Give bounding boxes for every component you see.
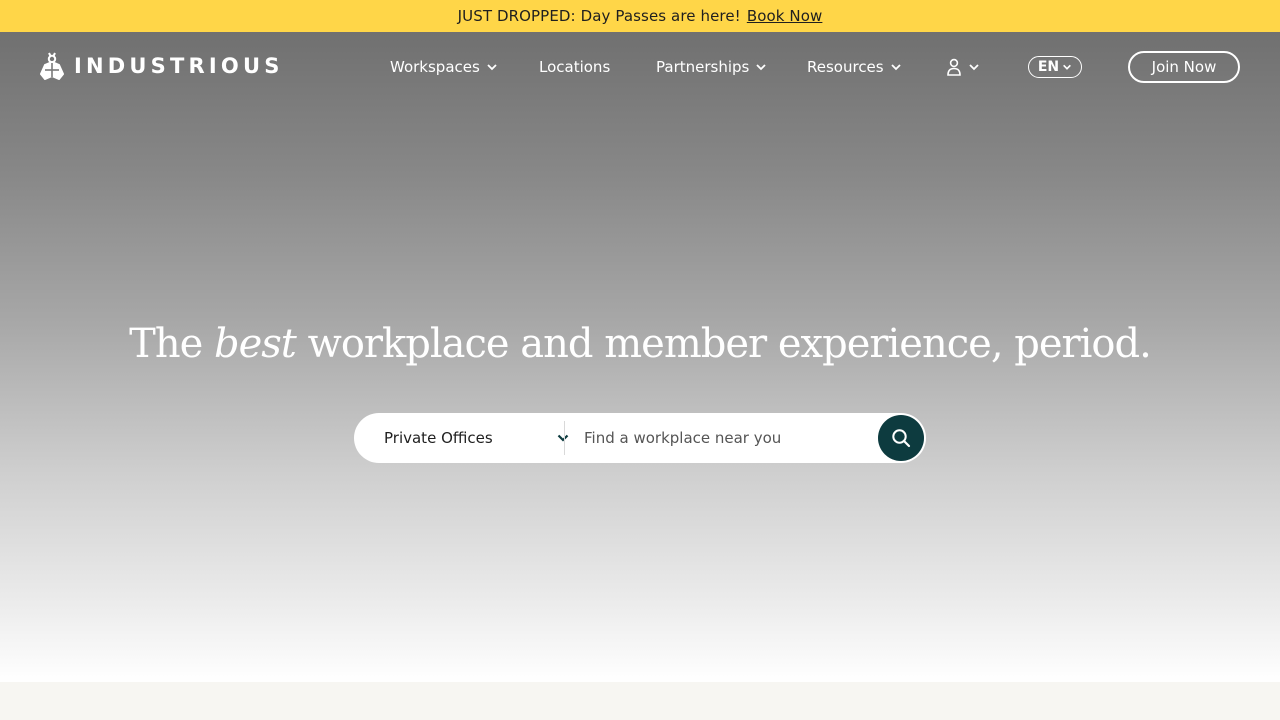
- workspace-type-value: Private Offices: [384, 429, 493, 447]
- chevron-down-icon: [969, 64, 979, 71]
- workspace-type-select[interactable]: Private Offices: [384, 413, 569, 463]
- nav-locations-label: Locations: [539, 58, 611, 76]
- nav-locations[interactable]: Locations: [539, 56, 610, 78]
- main-nav: INDUSTRIOUS Workspaces Locations Partner…: [0, 32, 1280, 102]
- nav-resources-label: Resources: [807, 58, 884, 76]
- logo[interactable]: INDUSTRIOUS: [40, 52, 284, 80]
- workspace-search: Private Offices: [354, 413, 926, 463]
- nav-workspaces[interactable]: Workspaces: [390, 56, 498, 78]
- headline-start: The: [129, 321, 203, 367]
- brand-wordmark: INDUSTRIOUS: [74, 54, 284, 78]
- location-search-input[interactable]: [582, 423, 872, 453]
- join-now-button[interactable]: Join Now: [1128, 51, 1240, 83]
- language-label: EN: [1037, 59, 1060, 75]
- nav-resources[interactable]: Resources: [807, 56, 902, 78]
- bee-icon: [40, 52, 64, 80]
- announcement-bar: JUST DROPPED: Day Passes are here! Book …: [0, 0, 1280, 32]
- chevron-down-icon: [557, 434, 569, 442]
- hero-headline: The best workplace and member experience…: [0, 316, 1280, 372]
- announcement-text: JUST DROPPED: Day Passes are here!: [457, 7, 741, 25]
- nav-partnerships[interactable]: Partnerships: [656, 56, 767, 78]
- user-icon: [947, 58, 961, 76]
- search-button[interactable]: [878, 415, 924, 461]
- search-divider: [564, 421, 565, 455]
- language-selector[interactable]: EN: [1028, 56, 1082, 78]
- chevron-down-icon: [756, 64, 766, 71]
- book-now-link[interactable]: Book Now: [747, 7, 823, 25]
- chevron-down-icon: [1063, 64, 1072, 70]
- nav-partnerships-label: Partnerships: [656, 58, 750, 76]
- nav-workspaces-label: Workspaces: [390, 58, 480, 76]
- chevron-down-icon: [487, 64, 497, 71]
- chevron-down-icon: [890, 64, 901, 71]
- headline-end: workplace and member experience, period.: [307, 321, 1152, 367]
- account-menu[interactable]: [946, 56, 980, 78]
- next-section: [0, 682, 1280, 720]
- headline-emphasis: best: [213, 321, 297, 367]
- search-icon: [892, 429, 911, 448]
